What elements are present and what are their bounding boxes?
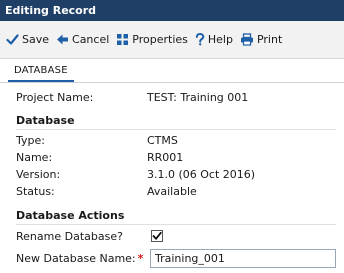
name-label: Name: <box>16 151 53 164</box>
type-value: CTMS <box>147 134 178 147</box>
status-value: Available <box>147 185 197 198</box>
status-row: Status: Available <box>16 184 336 200</box>
new-name-label-wrap: New Database Name: * <box>16 251 143 267</box>
project-name-value: TEST: Training 001 <box>147 91 249 104</box>
project-name-row: Project Name: TEST: Training 001 <box>16 90 336 106</box>
database-actions-heading: Database Actions <box>16 207 336 225</box>
print-button[interactable]: Print <box>238 29 287 51</box>
status-label: Status: <box>16 185 55 198</box>
checkmark-icon <box>152 231 162 240</box>
save-button[interactable]: Save <box>4 29 54 51</box>
question-icon <box>195 33 205 46</box>
name-value: RR001 <box>147 151 184 164</box>
help-button[interactable]: Help <box>193 29 238 51</box>
properties-button[interactable]: Properties <box>114 29 193 51</box>
type-label: Type: <box>16 134 45 147</box>
version-label: Version: <box>16 168 61 181</box>
type-row: Type: CTMS <box>16 133 336 149</box>
name-row: Name: RR001 <box>16 150 336 166</box>
window-title: Editing Record <box>0 0 344 21</box>
toolbar: Save Cancel Properties Help Print <box>0 21 344 59</box>
tab-bar: DATABASE <box>0 59 344 83</box>
help-label: Help <box>207 33 233 46</box>
properties-label: Properties <box>132 33 188 46</box>
save-label: Save <box>22 33 50 46</box>
tab-database[interactable]: DATABASE <box>8 59 74 82</box>
cancel-label: Cancel <box>72 33 110 46</box>
printer-icon <box>240 33 254 46</box>
checkmark-icon <box>6 33 19 46</box>
arrow-left-icon <box>56 33 69 46</box>
new-name-row: New Database Name: * <box>16 249 336 268</box>
database-section-heading: Database <box>16 112 336 130</box>
rename-row: Rename Database? <box>16 229 336 245</box>
required-marker: * <box>137 252 144 265</box>
rename-label: Rename Database? <box>16 230 123 243</box>
cancel-button[interactable]: Cancel <box>54 29 114 51</box>
rename-checkbox[interactable] <box>151 230 163 242</box>
print-label: Print <box>256 33 283 46</box>
version-row: Version: 3.1.0 (06 Oct 2016) <box>16 167 336 183</box>
version-value: 3.1.0 (06 Oct 2016) <box>147 168 256 181</box>
grid-icon <box>116 33 129 46</box>
new-name-label: New Database Name: <box>16 252 136 265</box>
project-name-label: Project Name: <box>16 91 94 104</box>
new-database-name-input[interactable] <box>150 249 336 268</box>
